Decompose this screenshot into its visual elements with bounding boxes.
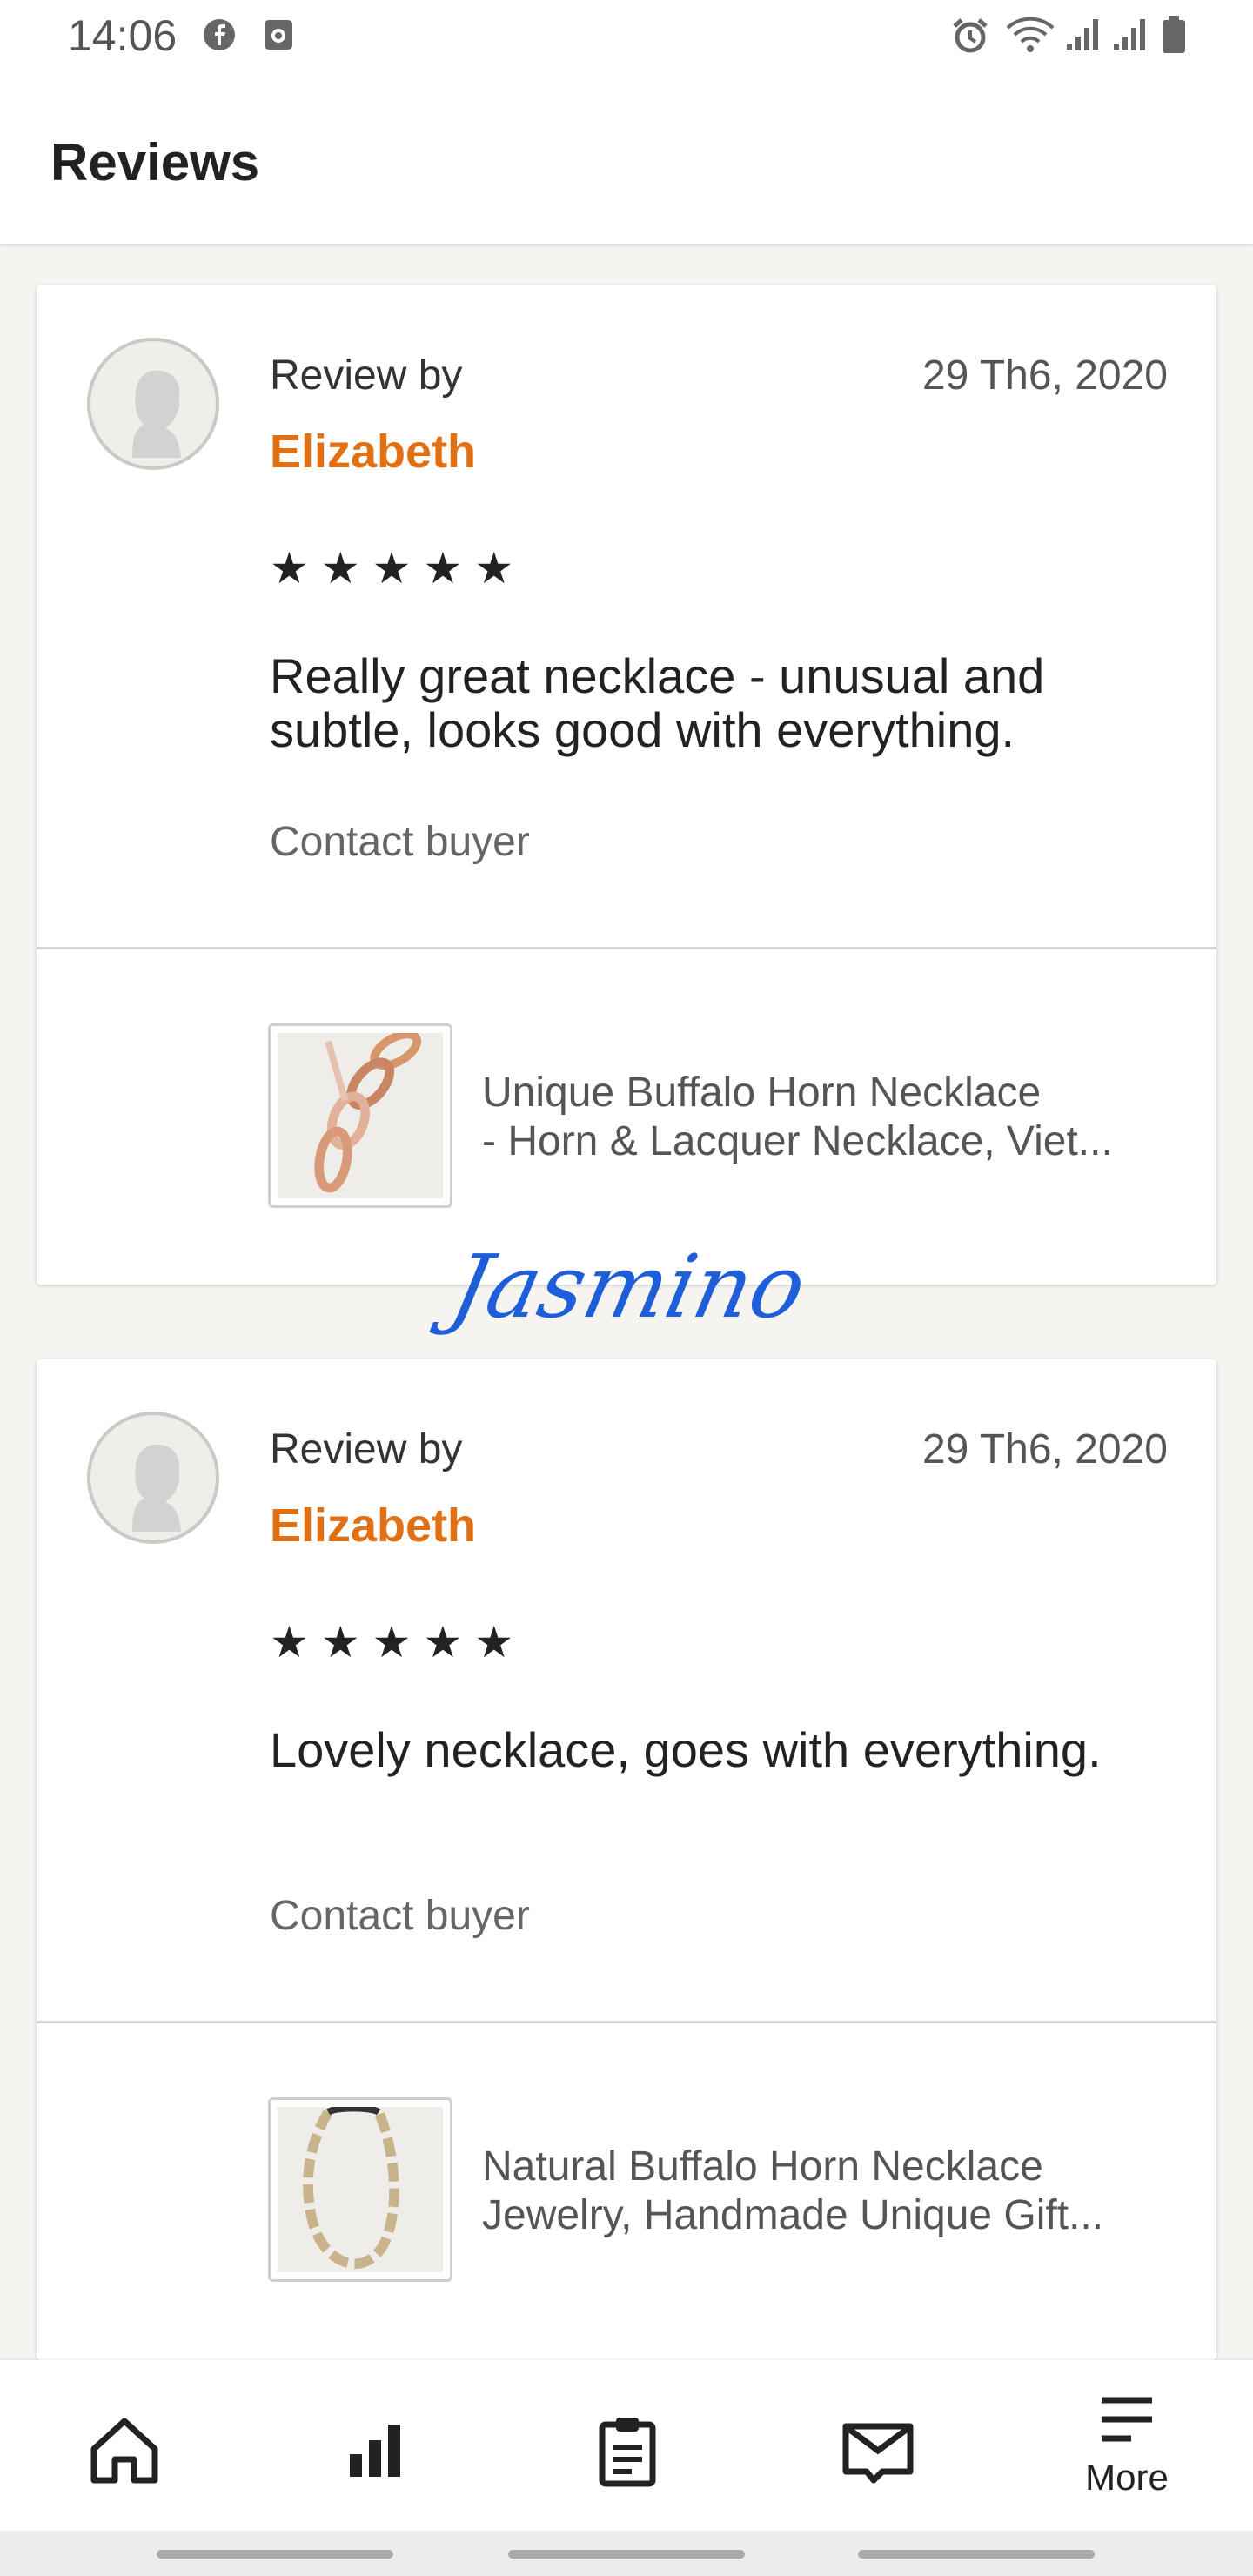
messages-icon[interactable] <box>839 2411 917 2489</box>
gesture-handle[interactable] <box>508 2550 745 2559</box>
star-rating: ★ ★ ★ ★ ★ <box>270 547 513 590</box>
listing-thumbnail[interactable] <box>268 2097 452 2282</box>
wifi-icon <box>1006 17 1055 52</box>
avatar <box>87 1412 219 1544</box>
stats-icon[interactable] <box>338 2411 416 2489</box>
listing-title[interactable]: Unique Buffalo Horn Necklace - Horn & La… <box>482 1069 1169 1166</box>
star-icon: ★ <box>320 1618 360 1667</box>
alarm-icon <box>953 18 988 53</box>
signal-icon <box>1067 19 1098 50</box>
divider <box>37 947 1216 949</box>
contact-buyer-link[interactable]: Contact buyer <box>270 1892 530 1940</box>
review-text: Lovely necklace, goes with everything. <box>270 1722 1102 1777</box>
reviewer-name[interactable]: Elizabeth <box>270 1499 476 1553</box>
star-icon: ★ <box>320 544 360 593</box>
more-label: More <box>1085 2457 1169 2498</box>
star-icon: ★ <box>474 544 514 593</box>
review-card: Review by Elizabeth 29 Th6, 2020 ★ ★ ★ ★… <box>37 1359 1216 2360</box>
listing-thumbnail[interactable] <box>268 1023 452 1208</box>
home-icon[interactable] <box>85 2411 164 2489</box>
star-icon: ★ <box>423 1618 463 1667</box>
user-avatar-icon <box>132 370 181 458</box>
user-avatar-icon <box>132 1444 181 1532</box>
divider <box>37 2021 1216 2023</box>
listing-title[interactable]: Natural Buffalo Horn Necklace Jewelry, H… <box>482 2143 1169 2240</box>
review-text: Really great necklace - unusual and subt… <box>270 648 1045 757</box>
review-date: 29 Th6, 2020 <box>921 352 1168 399</box>
signal-icon-2 <box>1114 19 1145 50</box>
review-by-label: Review by <box>270 352 463 399</box>
facebook-icon <box>204 19 235 50</box>
orders-icon[interactable] <box>588 2411 667 2489</box>
review-card: Review by Elizabeth 29 Th6, 2020 ★ ★ ★ ★… <box>37 285 1216 1285</box>
calendar-icon <box>265 20 292 50</box>
app-bar: Reviews <box>0 73 1253 244</box>
review-by-label: Review by <box>270 1426 463 1472</box>
status-bar: 14:06 <box>0 0 1253 73</box>
status-time: 14:06 <box>68 11 178 60</box>
star-rating: ★ ★ ★ ★ ★ <box>270 1620 513 1664</box>
necklace-image <box>278 2104 443 2272</box>
star-icon: ★ <box>270 544 309 593</box>
more-button[interactable]: More <box>1070 2395 1183 2499</box>
star-icon: ★ <box>372 544 412 593</box>
contact-buyer-link[interactable]: Contact buyer <box>270 818 530 866</box>
avatar <box>87 338 219 470</box>
listing-title-line-2: - Horn & Lacquer Necklace, Viet... <box>482 1118 1113 1164</box>
star-icon: ★ <box>372 1618 412 1667</box>
watermark: Jasmino <box>442 1236 815 1338</box>
listing-title-line-1: Natural Buffalo Horn Necklace <box>482 2143 1043 2190</box>
menu-icon <box>1102 2397 1152 2442</box>
page-title: Reviews <box>50 133 260 191</box>
star-icon: ★ <box>474 1618 514 1667</box>
review-date: 29 Th6, 2020 <box>921 1426 1168 1472</box>
listing-title-line-2: Jewelry, Handmade Unique Gift... <box>482 2192 1104 2238</box>
necklace-image <box>278 1030 443 1198</box>
star-icon: ★ <box>423 544 463 593</box>
bottom-navigation: More <box>0 2360 1253 2531</box>
star-icon: ★ <box>270 1618 309 1667</box>
battery-icon <box>1163 16 1185 53</box>
gesture-bar <box>0 2531 1253 2576</box>
gesture-handle[interactable] <box>157 2550 393 2559</box>
listing-title-line-1: Unique Buffalo Horn Necklace <box>482 1070 1042 1116</box>
gesture-handle[interactable] <box>858 2550 1095 2559</box>
reviewer-name[interactable]: Elizabeth <box>270 425 476 479</box>
